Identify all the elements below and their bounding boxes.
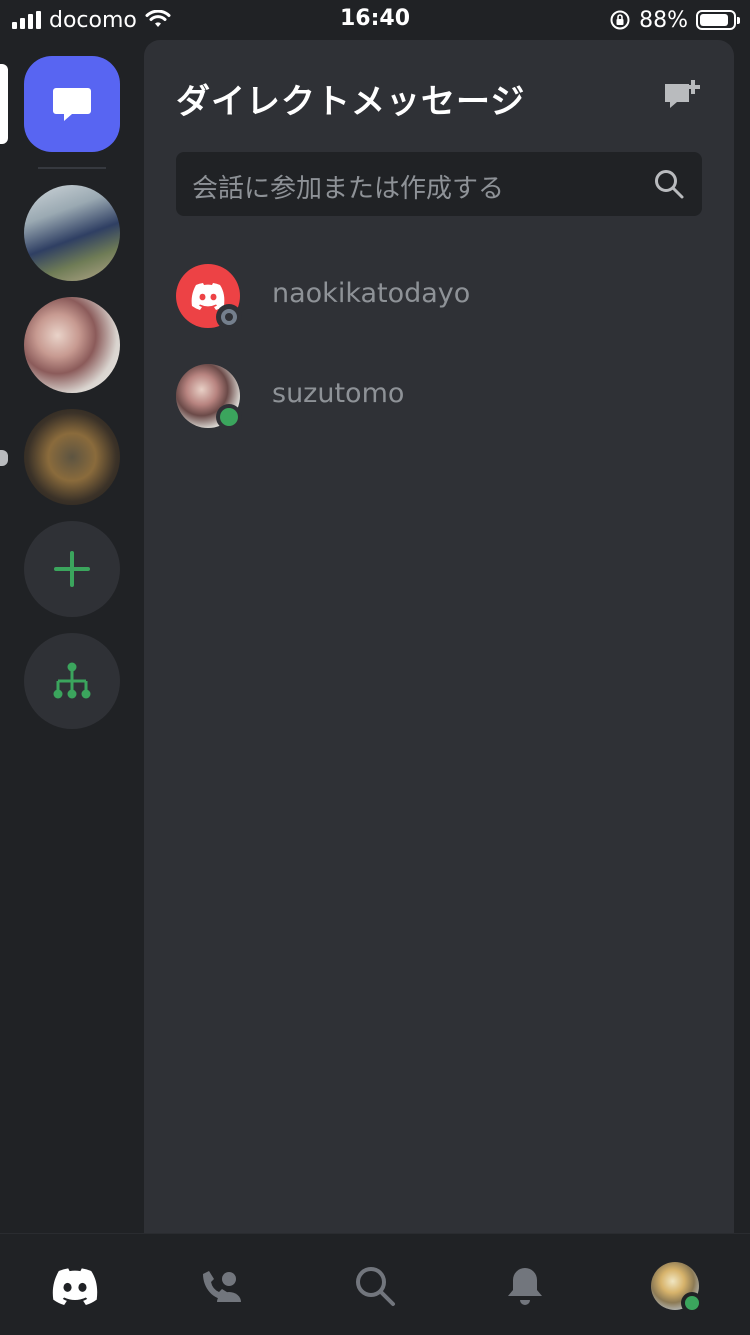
search-placeholder: 会話に参加または作成する [192,174,505,204]
offline-status-icon [216,304,242,330]
status-bar: docomo 16:40 88% [0,0,750,40]
plus-icon [54,551,90,587]
dm-panel: ダイレクトメッセージ 会話に参加または作成する naokikatodayo su… [144,40,734,1233]
dm-username: suzutomo [272,378,405,409]
selected-indicator [0,64,8,144]
server-icon-2[interactable] [24,297,120,393]
search-icon [356,1267,395,1306]
search-icon [655,170,684,199]
add-server-button[interactable] [24,521,120,617]
profile-avatar [651,1262,703,1314]
status-right: 88% [609,6,740,34]
direct-messages-button[interactable] [24,56,120,152]
rail-separator [38,167,106,169]
notifications-icon [508,1268,542,1305]
bottom-tab-bar [0,1233,750,1335]
chat-bubble-icon [53,88,91,121]
page-title: ダイレクトメッセージ [176,82,526,122]
explore-servers-button[interactable] [24,633,120,729]
online-status-icon [681,1292,703,1314]
unread-indicator [0,450,8,466]
battery-percent: 88% [639,7,688,33]
home-icon [52,1268,98,1305]
tab-profile[interactable] [647,1258,703,1314]
tab-notifications[interactable] [497,1258,553,1314]
online-status-icon [216,404,242,430]
new-dm-button[interactable] [662,76,704,116]
tab-search[interactable] [347,1258,403,1314]
dm-search-input[interactable]: 会話に参加または作成する [176,152,702,216]
orientation-lock-icon [610,10,630,30]
tab-home[interactable] [47,1258,103,1314]
hierarchy-icon [53,662,91,699]
battery-icon [696,10,740,30]
dm-list-item[interactable]: suzutomo [176,364,702,444]
server-icon-3[interactable] [24,409,120,505]
server-rail [0,40,144,1233]
dm-list-item[interactable]: naokikatodayo [176,264,702,344]
new-message-icon [665,80,700,108]
tab-friends[interactable] [194,1258,250,1314]
server-icon-1[interactable] [24,185,120,281]
dm-username: naokikatodayo [272,278,471,309]
friends-icon [203,1271,241,1302]
